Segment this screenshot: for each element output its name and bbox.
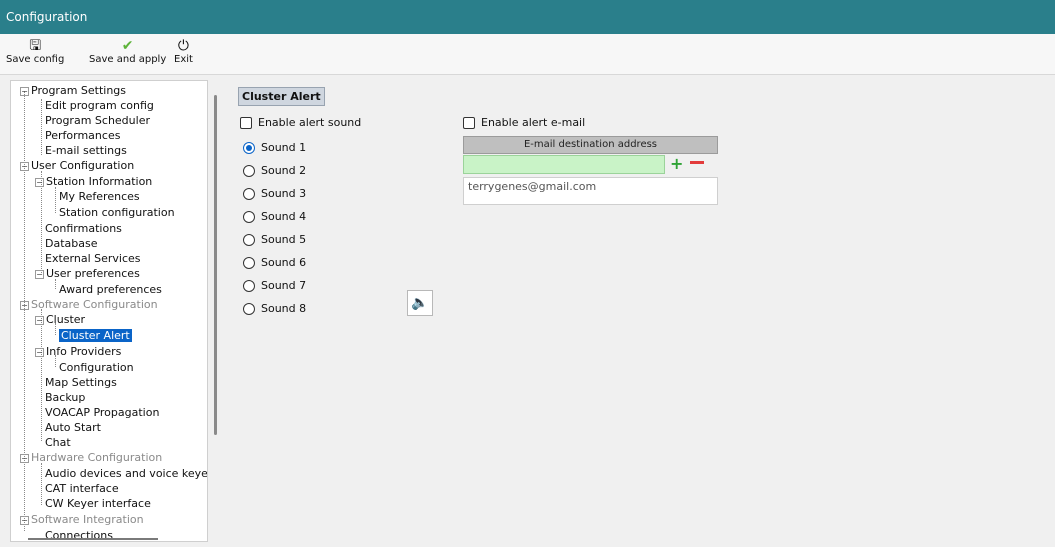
tree-program-scheduler[interactable]: Program Scheduler (45, 113, 150, 128)
radio-icon[interactable] (243, 303, 255, 315)
save-and-apply-label: Save and apply (89, 54, 167, 65)
email-address-input[interactable] (463, 155, 665, 174)
tree-edit-program-config[interactable]: Edit program config (45, 98, 154, 113)
sound-6-radio[interactable]: Sound 6 (243, 256, 306, 270)
sound-8-radio[interactable]: Sound 8 (243, 302, 306, 316)
section-title: Cluster Alert (238, 87, 325, 106)
power-icon: ⏻ (177, 38, 189, 54)
collapse-icon[interactable]: − (20, 515, 29, 525)
tree-email-settings[interactable]: E-mail settings (45, 143, 127, 158)
sound-6-label: Sound 6 (261, 256, 307, 269)
sound-3-label: Sound 3 (261, 187, 307, 200)
collapse-icon[interactable]: − (35, 269, 44, 279)
tree-hardware-configuration[interactable]: − Hardware Configuration (20, 450, 162, 465)
email-destination-header: E-mail destination address (463, 136, 718, 154)
enable-alert-email-checkbox[interactable]: Enable alert e-mail (463, 116, 585, 130)
tree-program-settings[interactable]: − Program Settings (20, 83, 126, 98)
radio-selected-icon[interactable] (243, 142, 255, 154)
sound-3-radio[interactable]: Sound 3 (243, 187, 306, 201)
radio-icon[interactable] (243, 257, 255, 269)
sound-2-label: Sound 2 (261, 164, 307, 177)
sound-7-radio[interactable]: Sound 7 (243, 279, 306, 293)
sound-5-label: Sound 5 (261, 233, 307, 246)
collapse-icon[interactable]: − (20, 300, 29, 310)
tree-my-references[interactable]: My References (59, 189, 140, 204)
collapse-icon[interactable]: − (20, 86, 29, 96)
exit-label: Exit (174, 54, 193, 65)
tree-horizontal-scrollbar[interactable] (28, 538, 158, 540)
tree-station-configuration[interactable]: Station configuration (59, 205, 175, 220)
list-item[interactable]: terrygenes@gmail.com (464, 178, 717, 195)
tree-cat-interface[interactable]: CAT interface (45, 481, 119, 496)
checkbox-box[interactable] (240, 117, 252, 129)
save-and-apply-button[interactable]: ✔ Save and apply (89, 38, 166, 65)
tree-cw-keyer-interface[interactable]: CW Keyer interface (45, 496, 151, 511)
tree-user-configuration[interactable]: − User Configuration (20, 158, 134, 173)
enable-alert-sound-checkbox[interactable]: Enable alert sound (240, 116, 361, 130)
tree-user-preferences[interactable]: − User preferences (35, 266, 140, 281)
exit-button[interactable]: ⏻ Exit (174, 38, 193, 65)
tree-award-preferences[interactable]: Award preferences (59, 282, 162, 297)
tree-auto-start[interactable]: Auto Start (45, 420, 101, 435)
sound-2-radio[interactable]: Sound 2 (243, 164, 306, 178)
tree-software-configuration[interactable]: − Software Configuration (20, 297, 158, 312)
add-email-button[interactable]: + (670, 155, 683, 173)
sound-7-label: Sound 7 (261, 279, 307, 292)
radio-icon[interactable] (243, 188, 255, 200)
collapse-icon[interactable]: − (20, 161, 29, 171)
checkmark-icon: ✔ (121, 38, 134, 54)
toolbar: 🖫 Save config ✔ Save and apply ⏻ Exit (0, 34, 1055, 75)
email-address-list[interactable]: terrygenes@gmail.com (463, 177, 718, 205)
checkbox-box[interactable] (463, 117, 475, 129)
tree-external-services[interactable]: External Services (45, 251, 141, 266)
floppy-icon: 🖫 (29, 38, 42, 54)
tree-map-settings[interactable]: Map Settings (45, 375, 117, 390)
tree-voacap-propagation[interactable]: VOACAP Propagation (45, 405, 159, 420)
tree-database[interactable]: Database (45, 236, 98, 251)
tree-configuration[interactable]: Configuration (59, 360, 134, 375)
tree-confirmations[interactable]: Confirmations (45, 221, 122, 236)
radio-icon[interactable] (243, 165, 255, 177)
tree-info-providers[interactable]: − Info Providers (35, 344, 121, 359)
enable-alert-email-label: Enable alert e-mail (481, 116, 586, 129)
tree-cluster-alert[interactable]: Cluster Alert (59, 328, 132, 343)
collapse-icon[interactable]: − (35, 347, 44, 357)
tree-chat[interactable]: Chat (45, 435, 71, 450)
sound-5-radio[interactable]: Sound 5 (243, 233, 306, 247)
speaker-icon: 🔈 (411, 295, 429, 311)
tree-backup[interactable]: Backup (45, 390, 85, 405)
title-bar: Configuration (0, 0, 1055, 34)
play-sound-button[interactable]: 🔈 (407, 290, 433, 316)
collapse-icon[interactable]: − (35, 177, 44, 187)
collapse-icon[interactable]: − (35, 315, 44, 325)
tree-station-information[interactable]: − Station Information (35, 174, 152, 189)
sound-4-radio[interactable]: Sound 4 (243, 210, 306, 224)
collapse-icon[interactable]: − (20, 453, 29, 463)
settings-tree[interactable]: − Program Settings Edit program config Pr… (10, 80, 208, 542)
tree-audio-devices[interactable]: Audio devices and voice keye (45, 466, 207, 481)
sound-4-label: Sound 4 (261, 210, 307, 223)
save-config-label: Save config (6, 54, 65, 65)
remove-email-button[interactable] (690, 161, 704, 164)
sound-8-label: Sound 8 (261, 302, 307, 315)
tree-software-integration[interactable]: − Software Integration (20, 512, 144, 527)
plus-icon: + (670, 154, 684, 173)
tree-cluster[interactable]: − Cluster (35, 312, 85, 327)
save-config-button[interactable]: 🖫 Save config (6, 38, 64, 65)
radio-icon[interactable] (243, 211, 255, 223)
sound-1-radio[interactable]: Sound 1 (243, 141, 306, 155)
radio-icon[interactable] (243, 280, 255, 292)
sound-1-label: Sound 1 (261, 141, 307, 154)
window-title: Configuration (6, 10, 88, 24)
radio-icon[interactable] (243, 234, 255, 246)
tree-vertical-scrollbar[interactable] (214, 95, 217, 435)
enable-alert-sound-label: Enable alert sound (258, 116, 362, 129)
tree-performances[interactable]: Performances (45, 128, 120, 143)
